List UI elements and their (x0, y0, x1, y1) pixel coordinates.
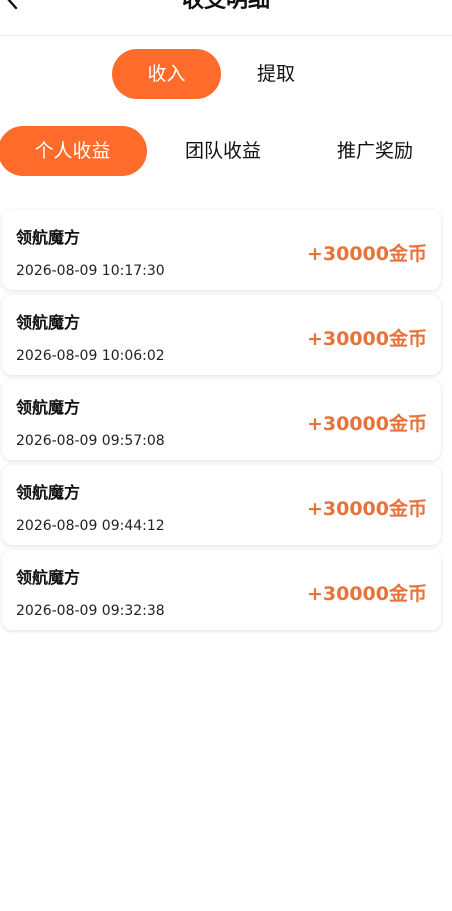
record-title: 领航魔方 (16, 398, 81, 417)
list-item[interactable]: 领航魔方 2026-08-09 09:32:38 +30000金币 (2, 550, 441, 630)
tab-income[interactable]: 收入 (112, 49, 221, 99)
record-title: 领航魔方 (16, 228, 81, 247)
record-amount: +30000金币 (306, 328, 427, 350)
record-amount: +30000金币 (306, 498, 427, 520)
header: 收支明细 (0, 0, 452, 36)
record-time: 2026-08-09 10:17:30 (16, 263, 165, 279)
tab-promotion-rewards[interactable]: 推广奖励 (315, 126, 435, 176)
list-item[interactable]: 领航魔方 2026-08-09 10:17:30 +30000金币 (2, 210, 441, 290)
top-tab-bar: 收入 提取 (0, 49, 452, 99)
record-amount: +30000金币 (306, 243, 427, 265)
record-title: 领航魔方 (16, 568, 81, 587)
record-title: 领航魔方 (16, 313, 81, 332)
record-title: 领航魔方 (16, 483, 81, 502)
record-time: 2026-08-09 09:44:12 (16, 518, 165, 534)
page-title: 收支明细 (181, 0, 270, 13)
record-amount: +30000金币 (306, 583, 427, 605)
tab-withdraw[interactable]: 提取 (232, 49, 320, 99)
record-time: 2026-08-09 09:57:08 (16, 433, 165, 449)
list-item[interactable]: 领航魔方 2026-08-09 09:44:12 +30000金币 (2, 465, 441, 545)
list-item[interactable]: 领航魔方 2026-08-09 10:06:02 +30000金币 (2, 295, 441, 375)
list-item[interactable]: 领航魔方 2026-08-09 09:57:08 +30000金币 (2, 380, 441, 460)
tab-team-earnings[interactable]: 团队收益 (163, 126, 283, 176)
record-list: 领航魔方 2026-08-09 10:17:30 +30000金币 领航魔方 2… (2, 210, 441, 635)
sub-tab-bar: 个人收益 团队收益 推广奖励 (0, 126, 452, 176)
record-time: 2026-08-09 10:06:02 (16, 348, 165, 364)
record-amount: +30000金币 (306, 413, 427, 435)
record-time: 2026-08-09 09:32:38 (16, 603, 165, 619)
tab-personal-earnings[interactable]: 个人收益 (0, 126, 147, 176)
